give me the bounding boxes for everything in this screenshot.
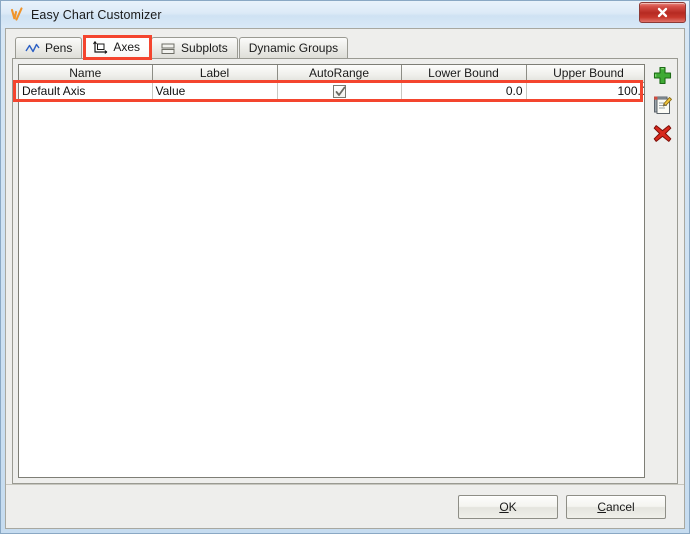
dialog-window: Easy Chart Customizer Pens Axes Subplots… [0, 0, 690, 534]
cancel-label-rest: ancel [605, 499, 635, 514]
tab-subplots[interactable]: Subplots [151, 37, 238, 58]
column-header-autorange[interactable]: AutoRange [277, 65, 402, 83]
checkmark-icon [8, 6, 26, 24]
axes-grid: Name Label AutoRange Lower Bound Upper B… [19, 65, 644, 101]
axes-tab-panel: Name Label AutoRange Lower Bound Upper B… [12, 58, 678, 484]
table-row[interactable]: Default Axis Value 0.0 100.0 [19, 82, 644, 101]
window-title: Easy Chart Customizer [31, 7, 162, 22]
tab-label: Subplots [181, 41, 228, 55]
axes-icon [93, 40, 108, 54]
tab-dynamic-groups[interactable]: Dynamic Groups [238, 37, 349, 58]
tab-strip: Pens Axes Subplots Dynamic Groups [6, 33, 684, 58]
ok-button[interactable]: OK [458, 494, 558, 519]
tab-axes[interactable]: Axes [83, 35, 151, 58]
cancel-button[interactable]: Cancel [566, 494, 666, 519]
tab-label: Axes [113, 40, 141, 54]
autorange-checkbox[interactable] [332, 85, 346, 99]
tab-label: Pens [45, 41, 73, 55]
tab-pens[interactable]: Pens [15, 37, 83, 58]
ok-label-rest: K [508, 499, 517, 514]
cell-autorange[interactable] [277, 82, 402, 101]
table-empty-space [19, 100, 644, 477]
edit-icon[interactable] [652, 94, 673, 115]
tab-label: Dynamic Groups [248, 41, 339, 55]
client-area: Pens Axes Subplots Dynamic Groups Name L… [5, 28, 685, 529]
table-toolbar [647, 59, 677, 483]
title-bar: Easy Chart Customizer [1, 1, 689, 28]
window-controls [639, 2, 686, 23]
cell-upper-bound[interactable]: 100.0 [526, 82, 644, 101]
cell-name[interactable]: Default Axis [19, 82, 153, 101]
subplots-icon [161, 42, 176, 55]
cell-label[interactable]: Value [152, 82, 278, 101]
close-button[interactable] [639, 2, 686, 23]
dialog-button-bar: OK Cancel [6, 484, 684, 528]
line-chart-icon [25, 42, 40, 55]
cell-lower-bound[interactable]: 0.0 [401, 82, 527, 101]
ok-mnemonic: O [499, 499, 509, 514]
column-header-lower-bound[interactable]: Lower Bound [401, 65, 527, 83]
delete-icon[interactable] [652, 123, 673, 144]
column-header-label[interactable]: Label [152, 65, 278, 83]
cancel-mnemonic: C [597, 499, 606, 514]
add-icon[interactable] [652, 65, 673, 86]
table-header-row: Name Label AutoRange Lower Bound Upper B… [19, 65, 644, 83]
column-header-name[interactable]: Name [19, 65, 153, 83]
axes-table: Name Label AutoRange Lower Bound Upper B… [18, 64, 645, 478]
column-header-upper-bound[interactable]: Upper Bound [526, 65, 644, 83]
